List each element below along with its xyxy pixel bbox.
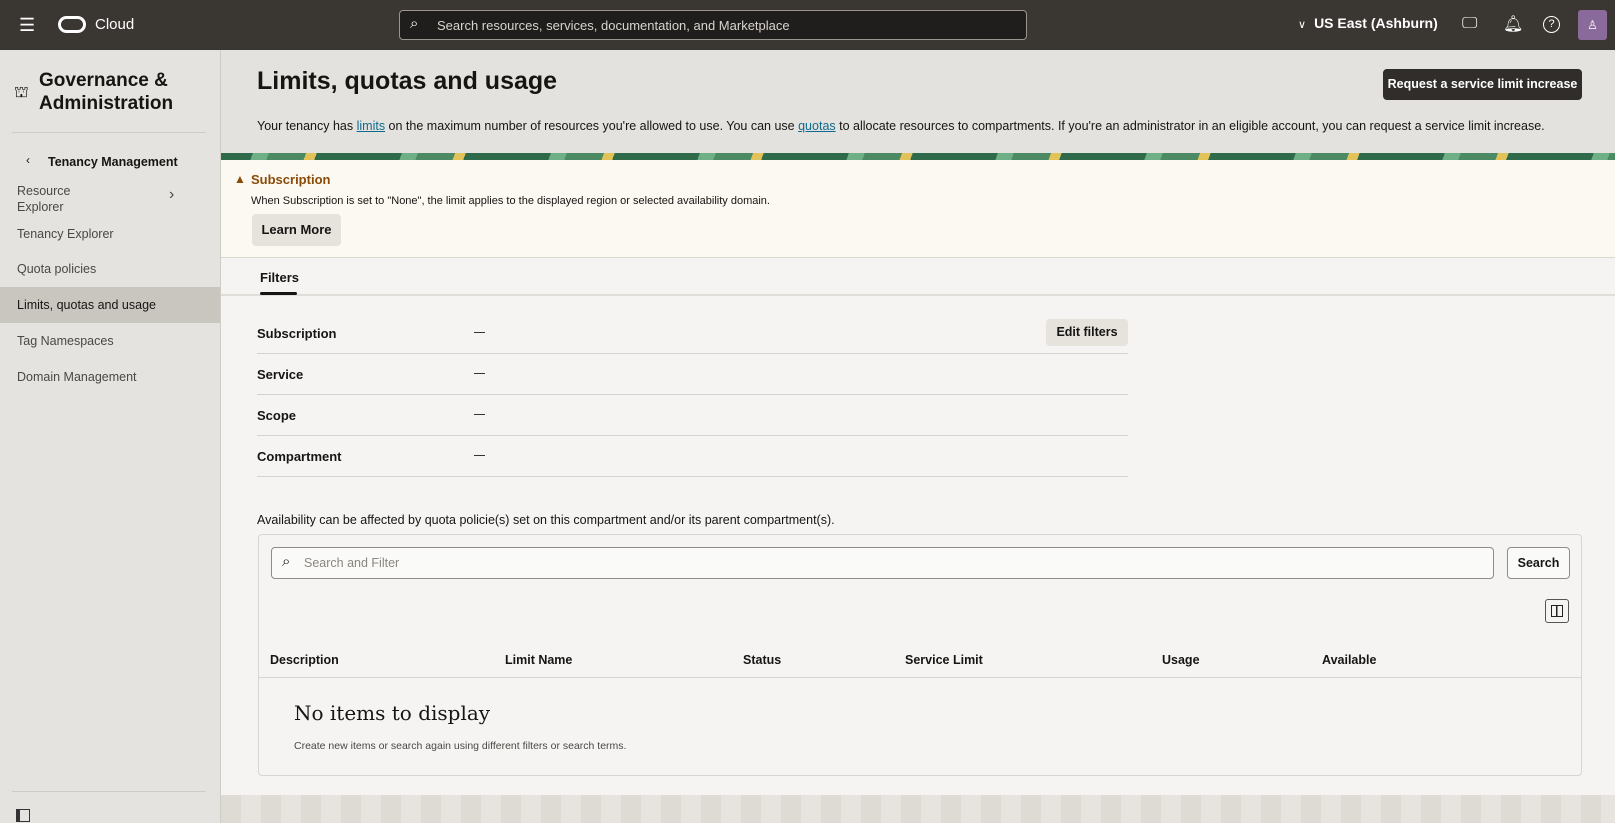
filter-value-compartment bbox=[474, 455, 485, 456]
empty-state-text: Create new items or search again using d… bbox=[294, 740, 627, 752]
table-search-input[interactable]: ⌕ Search and Filter bbox=[271, 547, 1494, 579]
oracle-logo[interactable] bbox=[58, 16, 86, 33]
sidebar-item-domain-management[interactable]: Domain Management bbox=[17, 370, 137, 384]
warning-icon: ▲ bbox=[234, 172, 246, 186]
divider bbox=[257, 476, 1128, 477]
columns-icon bbox=[1551, 605, 1563, 617]
filter-value-subscription bbox=[474, 332, 485, 333]
column-header-usage[interactable]: Usage bbox=[1162, 653, 1200, 667]
help-icon[interactable]: ? bbox=[1543, 16, 1560, 33]
sidebar-item-limits-label[interactable]: Limits, quotas and usage bbox=[17, 298, 156, 312]
sidebar-item-quota-policies[interactable]: Quota policies bbox=[17, 262, 96, 276]
decorative-banner bbox=[221, 153, 1615, 160]
search-icon: ⌕ bbox=[410, 15, 419, 32]
sidebar-item-tag-namespaces[interactable]: Tag Namespaces bbox=[17, 334, 114, 348]
divider bbox=[257, 435, 1128, 436]
collapse-sidebar-icon[interactable] bbox=[16, 809, 30, 822]
chevron-right-icon[interactable]: › bbox=[169, 186, 174, 204]
filter-label-service: Service bbox=[257, 367, 304, 382]
alert-text: When Subscription is set to "None", the … bbox=[251, 195, 770, 207]
active-tab-indicator bbox=[260, 292, 297, 295]
divider bbox=[12, 791, 206, 792]
global-search-input[interactable]: ⌕ Search resources, services, documentat… bbox=[399, 10, 1027, 40]
availability-note: Availability can be affected by quota po… bbox=[257, 513, 835, 527]
avatar-icon[interactable]: ♙ bbox=[1578, 10, 1607, 40]
search-icon: ⌕ bbox=[282, 553, 291, 570]
governance-icon: ⛫ bbox=[14, 84, 29, 101]
subscription-alert: ▲ Subscription When Subscription is set … bbox=[221, 160, 1615, 258]
filter-value-scope bbox=[474, 414, 485, 415]
quotas-link[interactable]: quotas bbox=[798, 119, 836, 133]
empty-state-title: No items to display bbox=[294, 701, 491, 725]
limits-link[interactable]: limits bbox=[357, 119, 385, 133]
filter-label-scope: Scope bbox=[257, 408, 297, 423]
column-header-limit-name[interactable]: Limit Name bbox=[505, 653, 572, 667]
divider bbox=[259, 677, 1581, 678]
column-header-status[interactable]: Status bbox=[743, 653, 781, 667]
alert-title: Subscription bbox=[251, 172, 331, 187]
sidebar-item-tenancy-explorer[interactable]: Tenancy Explorer bbox=[17, 227, 114, 241]
top-bar: ☰ Cloud ⌕ Search resources, services, do… bbox=[0, 0, 1615, 50]
sidebar-title: Governance & Administration bbox=[39, 70, 174, 114]
search-placeholder: Search and Filter bbox=[304, 556, 400, 570]
divider bbox=[257, 353, 1128, 354]
chevron-down-icon: ∨ bbox=[1298, 19, 1307, 31]
divider bbox=[12, 132, 206, 133]
region-selector[interactable]: ∨ US East (Ashburn) bbox=[1298, 15, 1438, 31]
filter-label-compartment: Compartment bbox=[257, 449, 342, 464]
column-header-available[interactable]: Available bbox=[1322, 653, 1376, 667]
menu-icon[interactable]: ☰ bbox=[19, 15, 35, 36]
learn-more-button[interactable]: Learn More bbox=[252, 214, 341, 246]
bell-icon[interactable]: 🔔︎ bbox=[1503, 14, 1523, 34]
region-label: US East (Ashburn) bbox=[1314, 15, 1438, 31]
chevron-left-icon[interactable]: ‹ bbox=[26, 153, 30, 167]
decorative-footer bbox=[221, 795, 1615, 823]
column-settings-button[interactable] bbox=[1545, 599, 1569, 623]
search-button[interactable]: Search bbox=[1507, 547, 1570, 579]
tab-filters[interactable]: Filters bbox=[260, 270, 299, 285]
filter-label-subscription: Subscription bbox=[257, 326, 337, 341]
sidebar-item-resource-explorer[interactable]: Resource Explorer bbox=[17, 183, 71, 215]
request-limit-increase-button[interactable]: Request a service limit increase bbox=[1383, 69, 1582, 100]
tab-bar: Filters bbox=[221, 258, 1615, 296]
column-header-description[interactable]: Description bbox=[270, 653, 339, 667]
cloud-shell-icon[interactable]: 🖵 bbox=[1462, 15, 1477, 33]
back-tenancy-management[interactable]: Tenancy Management bbox=[48, 155, 178, 169]
brand-label: Cloud bbox=[95, 16, 135, 33]
edit-filters-button[interactable]: Edit filters bbox=[1046, 319, 1128, 346]
page-description: Your tenancy has limits on the maximum n… bbox=[257, 119, 1545, 133]
page-title: Limits, quotas and usage bbox=[257, 67, 558, 95]
search-placeholder: Search resources, services, documentatio… bbox=[437, 18, 790, 33]
column-header-service-limit[interactable]: Service Limit bbox=[905, 653, 983, 667]
filter-value-service bbox=[474, 373, 485, 374]
divider bbox=[257, 394, 1128, 395]
sidebar: ⛫ Governance & Administration ‹ Tenancy M… bbox=[0, 50, 221, 823]
